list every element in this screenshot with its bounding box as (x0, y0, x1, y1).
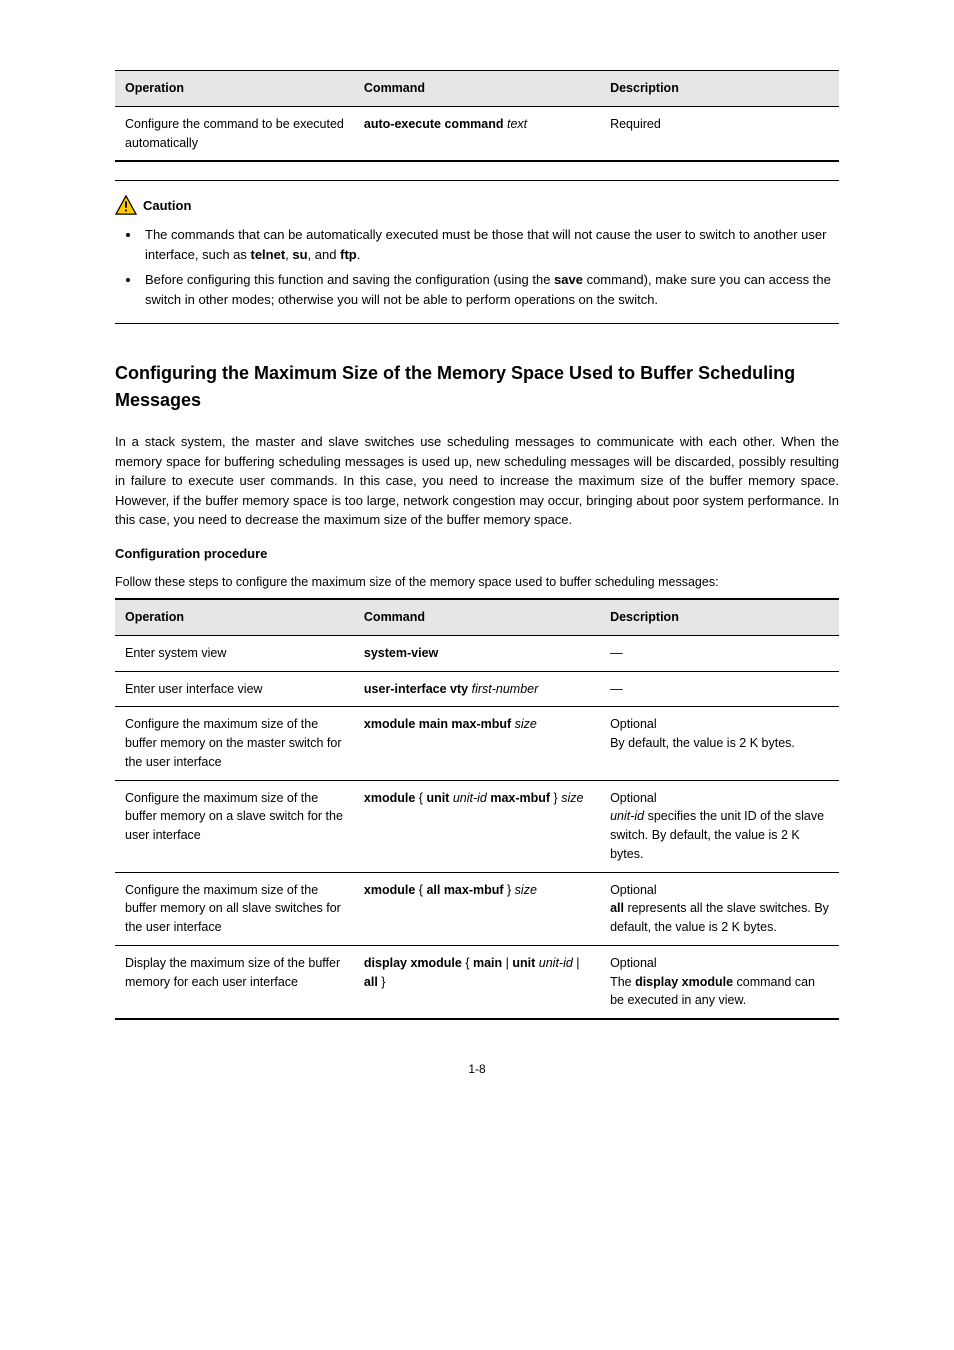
row3-op: Configure the maximum size of the buffer… (115, 780, 354, 872)
row2-desc: Optional By default, the value is 2 K by… (600, 707, 839, 780)
cmd-text: max-mbuf (487, 791, 550, 805)
row0-desc: — (600, 635, 839, 671)
cmd-text: max-mbuf (440, 883, 503, 897)
cmd-text: xmodule (364, 883, 419, 897)
top-row-desc: Required (600, 106, 839, 161)
row5-desc-line1: Optional (610, 956, 657, 970)
table-row: Configure the maximum size of the buffer… (115, 872, 839, 945)
cmd-text: display xmodule (364, 956, 465, 970)
cmd-text: user-interface vty (364, 682, 472, 696)
main-config-table: Operation Command Description Enter syst… (115, 598, 839, 1020)
row3-cmd: xmodule { unit unit-id max-mbuf } size (354, 780, 600, 872)
caution-label: Caution (143, 196, 191, 216)
main-th-command: Command (354, 599, 600, 635)
divider (115, 323, 839, 324)
table-row: Configure the maximum size of the buffer… (115, 707, 839, 780)
cmd-arg: unit-id (453, 791, 487, 805)
cmd-arg: unit-id (610, 809, 644, 823)
row0-cmd: system-view (354, 635, 600, 671)
cmd-arg: size (515, 883, 537, 897)
caution-item-1-prefix: The commands that can be automatically e… (145, 227, 826, 262)
list-item: Before configuring this function and sav… (141, 270, 839, 309)
table-row: Configure the command to be executed aut… (115, 106, 839, 161)
section-paragraph: In a stack system, the master and slave … (115, 432, 839, 530)
row5-op: Display the maximum size of the buffer m… (115, 945, 354, 1019)
row1-op: Enter user interface view (115, 671, 354, 707)
cmd-arg: size (515, 717, 537, 731)
cmd-text: ftp (340, 247, 357, 262)
row3-desc: Optional unit-id specifies the unit ID o… (600, 780, 839, 872)
row4-desc: Optional all represents all the slave sw… (600, 872, 839, 945)
table-row: Configure the maximum size of the buffer… (115, 780, 839, 872)
top-row-cmd: auto-execute command text (354, 106, 600, 161)
cmd-text: xmodule (364, 791, 419, 805)
row1-desc: — (600, 671, 839, 707)
top-fragment-table: Operation Command Description Configure … (115, 70, 839, 162)
cmd-arg: size (561, 791, 583, 805)
main-th-description: Description (600, 599, 839, 635)
page-number: 1-8 (115, 1060, 839, 1078)
caution-item-2-prefix: Before configuring this function and sav… (145, 272, 554, 287)
cmd-text: display xmodule (635, 975, 733, 989)
cmd-text: xmodule main max-mbuf (364, 717, 515, 731)
row2-cmd: xmodule main max-mbuf size (354, 707, 600, 780)
cmd-text: save (554, 272, 583, 287)
page-container: Operation Command Description Configure … (0, 0, 954, 1350)
cmd-text: main (473, 956, 502, 970)
cmd-arg: text (507, 117, 527, 131)
row2-op: Configure the maximum size of the buffer… (115, 707, 354, 780)
table-row: Enter user interface view user-interface… (115, 671, 839, 707)
row5-desc: Optional The display xmodule command can… (600, 945, 839, 1019)
caution-block: Caution The commands that can be automat… (115, 195, 839, 309)
top-th-operation: Operation (115, 71, 354, 107)
main-th-operation: Operation (115, 599, 354, 635)
row0-op: Enter system view (115, 635, 354, 671)
row4-desc-prefix: Optional (610, 883, 657, 897)
top-row-op: Configure the command to be executed aut… (115, 106, 354, 161)
caution-list: The commands that can be automatically e… (115, 225, 839, 309)
top-th-description: Description (600, 71, 839, 107)
subheading: Configuration procedure (115, 544, 839, 564)
table-row: Enter system view system-view — (115, 635, 839, 671)
cmd-text: unit (512, 956, 535, 970)
cmd-text: all (364, 975, 378, 989)
row4-desc-suffix: represents all the slave switches. By de… (610, 901, 829, 934)
cmd-text: telnet (251, 247, 286, 262)
divider (115, 180, 839, 181)
row4-op: Configure the maximum size of the buffer… (115, 872, 354, 945)
cmd-text: unit (426, 791, 452, 805)
cmd-arg: first-number (472, 682, 539, 696)
row5-cmd: display xmodule { main | unit unit-id | … (354, 945, 600, 1019)
row1-cmd: user-interface vty first-number (354, 671, 600, 707)
cmd-text: su (292, 247, 307, 262)
top-th-command: Command (354, 71, 600, 107)
cmd-text: all (610, 901, 624, 915)
list-item: The commands that can be automatically e… (141, 225, 839, 264)
table-caption: Follow these steps to configure the maxi… (115, 573, 839, 592)
cmd-text: all (426, 883, 440, 897)
row3-desc-prefix: Optional (610, 791, 657, 805)
row4-cmd: xmodule { all max-mbuf } size (354, 872, 600, 945)
warning-triangle-icon (115, 195, 137, 215)
table-row: Display the maximum size of the buffer m… (115, 945, 839, 1019)
cmd-text: auto-execute command (364, 117, 507, 131)
section-heading: Configuring the Maximum Size of the Memo… (115, 360, 839, 414)
caution-heading: Caution (115, 195, 839, 215)
cmd-arg: unit-id (539, 956, 573, 970)
cmd-text: system-view (364, 646, 438, 660)
